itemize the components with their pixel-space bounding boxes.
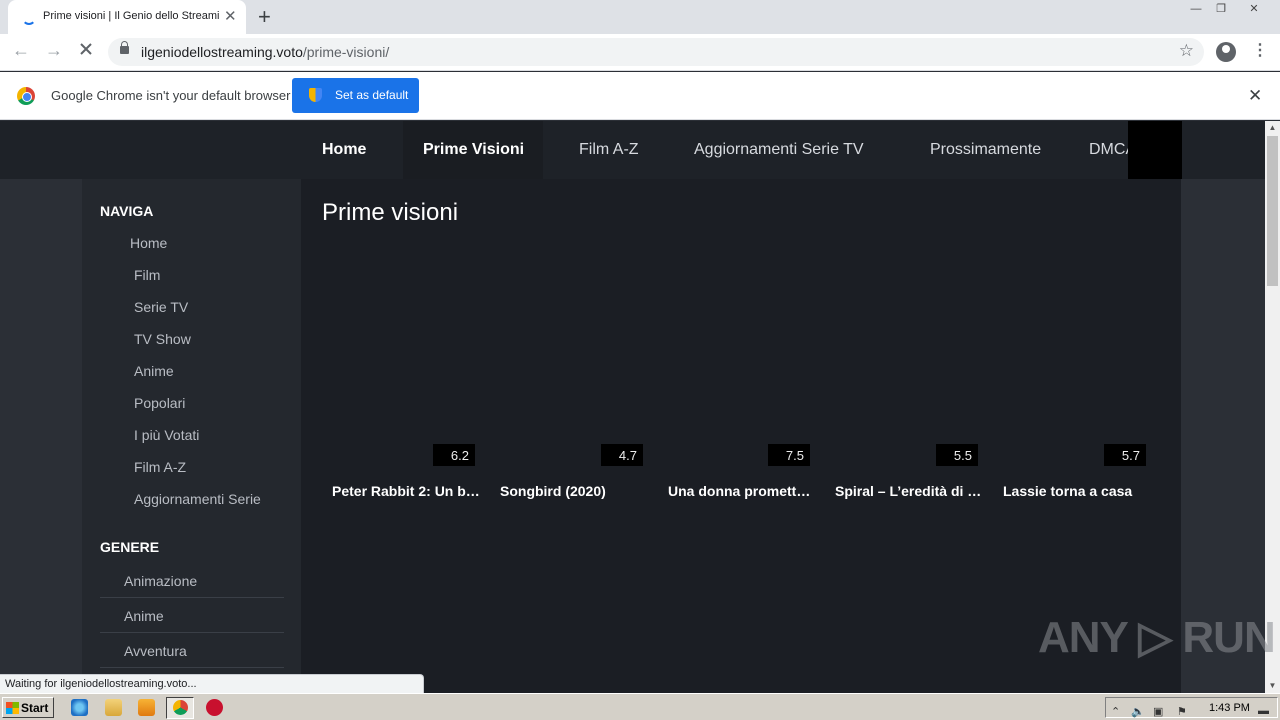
nav-prossimamente[interactable]: Prossimamente — [930, 141, 1041, 159]
web-page: Home Prime Visioni Film A-Z Aggiornament… — [0, 121, 1265, 693]
explorer-folder-icon[interactable] — [105, 699, 122, 716]
infobar-close-icon[interactable]: ✕ — [1248, 86, 1262, 106]
sidebar-item-popolari[interactable]: Popolari — [134, 395, 185, 411]
browser-toolbar: ← → ilgeniodellostreaming.voto/prime-vis… — [0, 34, 1280, 71]
url-text[interactable]: ilgeniodellostreaming.voto/prime-visioni… — [141, 44, 389, 60]
stop-loading-icon[interactable] — [78, 41, 94, 57]
set-as-default-label: Set as default — [335, 88, 409, 102]
page-title: Prime visioni — [322, 199, 459, 226]
site-top-nav: Home Prime Visioni Film A-Z Aggiornament… — [0, 121, 1265, 179]
windows-taskbar: Start ⌃ 🔈 ▣ ⚑ ▬ 1:43 PM — [0, 693, 1280, 720]
genre-label: Animazione — [124, 573, 198, 589]
movie-poster[interactable] — [499, 237, 649, 507]
genre-label: Avventura — [124, 643, 187, 659]
show-desktop-icon[interactable]: ▬ — [1258, 705, 1269, 717]
movie-title[interactable]: Peter Rabbit 2: Un birbante in fuga — [332, 483, 480, 499]
bookmark-star-icon[interactable]: ☆ — [1179, 41, 1194, 61]
ie-icon[interactable] — [71, 699, 88, 716]
movie-title[interactable]: Spiral – L’eredità di Saw — [835, 483, 983, 499]
scroll-up-icon[interactable]: ▲ — [1265, 121, 1280, 135]
chrome-menu-icon[interactable]: ⋮ — [1252, 40, 1268, 60]
sidebar-item-anime[interactable]: Anime — [134, 363, 174, 379]
rating-badge: 6.2 — [433, 444, 475, 466]
sidebar-item-home[interactable]: Home — [130, 235, 167, 251]
sidebar-item-aggiornamenti[interactable]: Aggiornamenti Serie — [134, 491, 261, 507]
movie-poster[interactable] — [667, 237, 817, 507]
genre-item[interactable]: Avventura — [100, 633, 284, 668]
sidebar-item-piu-votati[interactable]: I più Votati — [134, 427, 199, 443]
anyrun-watermark: ANY ▷ RUN — [1038, 613, 1276, 662]
tab-strip: Prime visioni | Il Genio dello Streaming… — [0, 0, 1280, 34]
forward-button[interactable]: → — [45, 40, 63, 61]
sidebar-item-tv-show[interactable]: TV Show — [134, 331, 191, 347]
tab-close-icon[interactable]: ✕ — [224, 7, 237, 25]
scroll-down-icon[interactable]: ▼ — [1265, 679, 1280, 693]
nav-aggiornamenti[interactable]: Aggiornamenti Serie TV — [694, 141, 864, 159]
movie-title[interactable]: Una donna promettente — [668, 483, 816, 499]
window-close-button[interactable]: ✕ — [1240, 0, 1268, 20]
movie-poster[interactable] — [1002, 237, 1152, 507]
taskbar-clock[interactable]: 1:43 PM — [1209, 702, 1250, 714]
genre-item[interactable]: Anime — [100, 598, 284, 633]
windows-logo-icon — [6, 702, 19, 714]
movie-poster[interactable] — [331, 237, 481, 507]
rating-badge: 4.7 — [601, 444, 643, 466]
nav-overflow-block — [1128, 121, 1182, 179]
tray-expand-icon[interactable]: ⌃ — [1111, 705, 1120, 718]
address-bar[interactable]: ilgeniodellostreaming.voto/prime-visioni… — [108, 38, 1204, 66]
movie-title[interactable]: Songbird (2020) — [500, 483, 648, 499]
genre-item[interactable]: Animazione — [100, 563, 284, 598]
action-center-flag-icon[interactable]: ⚑ — [1177, 705, 1187, 718]
movie-poster[interactable] — [834, 237, 984, 507]
browser-tab[interactable]: Prime visioni | Il Genio dello Streaming… — [8, 0, 246, 34]
naviga-heading: NAVIGA — [100, 203, 154, 219]
movie-title[interactable]: Lassie torna a casa — [1003, 483, 1151, 499]
default-browser-infobar: Google Chrome isn't your default browser — [0, 72, 1280, 120]
page-scrollbar[interactable]: ▲ ▼ — [1265, 121, 1280, 693]
status-bubble: Waiting for ilgeniodellostreaming.voto..… — [0, 674, 424, 693]
nav-film-az[interactable]: Film A-Z — [579, 141, 639, 159]
system-tray: ⌃ 🔈 ▣ ⚑ ▬ — [1105, 697, 1278, 718]
scroll-thumb[interactable] — [1267, 136, 1278, 286]
media-player-icon[interactable] — [138, 699, 155, 716]
set-as-default-button[interactable]: Set as default — [292, 78, 419, 113]
genre-label: Anime — [124, 608, 164, 624]
rating-badge: 7.5 — [768, 444, 810, 466]
nav-prime-visioni[interactable]: Prime Visioni — [423, 141, 524, 159]
infobar-message: Google Chrome isn't your default browser — [51, 88, 291, 103]
sidebar-item-film-az[interactable]: Film A-Z — [134, 459, 186, 475]
network-icon[interactable]: ▣ — [1153, 705, 1163, 718]
loading-spinner-icon — [22, 11, 36, 25]
rating-badge: 5.7 — [1104, 444, 1146, 466]
nav-home[interactable]: Home — [322, 141, 366, 159]
back-button[interactable]: ← — [12, 40, 30, 61]
volume-icon[interactable]: 🔈 — [1131, 705, 1145, 718]
uac-shield-icon — [309, 88, 322, 102]
rating-badge: 5.5 — [936, 444, 978, 466]
chrome-taskbar-icon — [173, 700, 188, 715]
minimize-button[interactable]: — — [1182, 0, 1210, 20]
profile-avatar-icon[interactable] — [1216, 42, 1236, 62]
sidebar-item-film[interactable]: Film — [134, 267, 160, 283]
restore-button[interactable]: ❐ — [1207, 0, 1235, 20]
opera-icon[interactable] — [206, 699, 223, 716]
lock-icon[interactable] — [120, 41, 129, 54]
taskbar-chrome-button[interactable] — [166, 697, 194, 719]
genere-heading: GENERE — [100, 539, 160, 555]
sidebar: NAVIGA Home Film Serie TV TV Show Anime … — [82, 179, 301, 693]
new-tab-button[interactable]: + — [258, 4, 271, 30]
start-button[interactable]: Start — [2, 697, 54, 718]
sidebar-item-serie-tv[interactable]: Serie TV — [134, 299, 188, 315]
chrome-logo-icon — [17, 87, 35, 105]
tab-title: Prime visioni | Il Genio dello Streaming — [43, 10, 219, 22]
start-label: Start — [21, 701, 49, 715]
